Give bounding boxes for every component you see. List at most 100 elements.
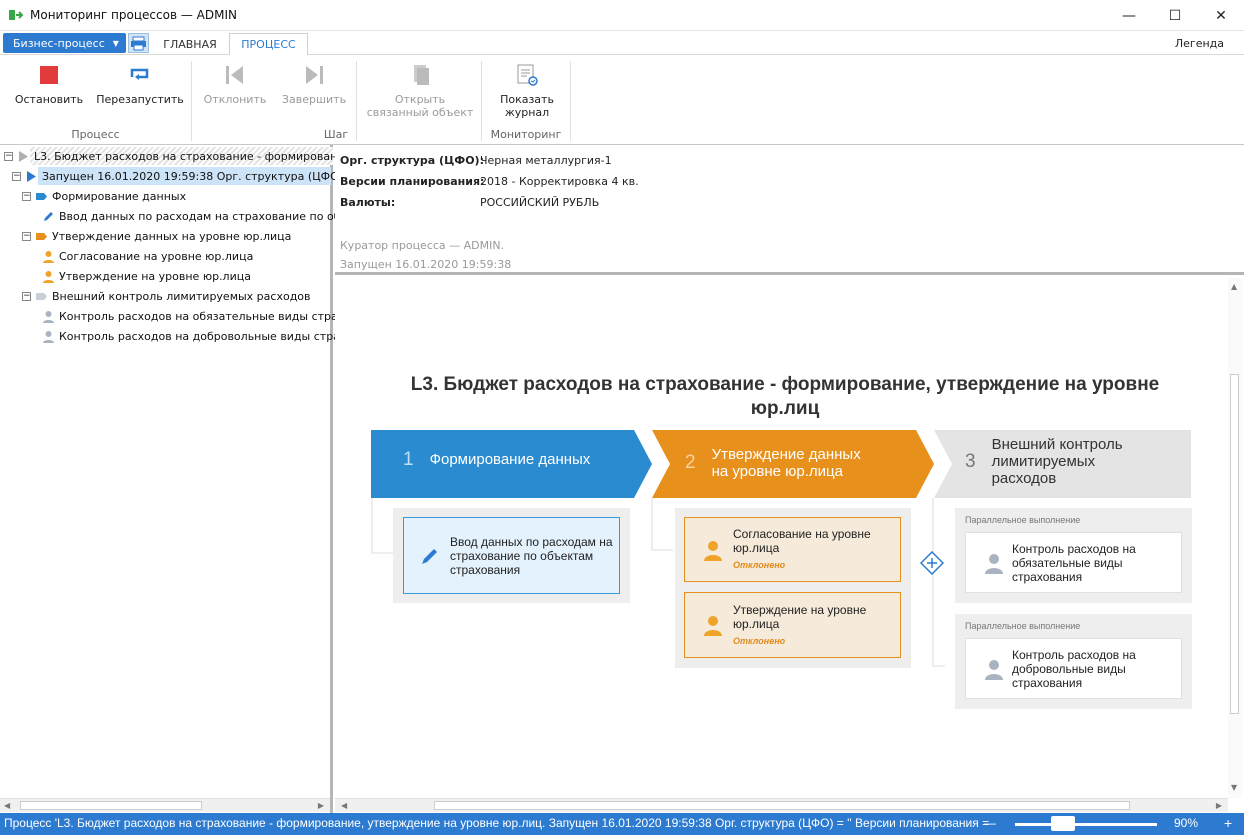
show-log-label: Показать журнал bbox=[500, 93, 554, 119]
step1-card[interactable]: Ввод данных по расходам на страхование п… bbox=[403, 517, 620, 594]
open-linked-object-button[interactable]: Открыть связанный объект bbox=[366, 63, 474, 119]
tree-item-stage3[interactable]: − Внешний контроль лимитируемых расходов bbox=[22, 286, 311, 306]
tree-item-stage2[interactable]: − Утверждение данных на уровне юр.лица bbox=[22, 226, 291, 246]
scroll-up-icon[interactable]: ▲ bbox=[1231, 282, 1237, 291]
diagram-vscrollbar[interactable]: ▲ ▼ bbox=[1228, 278, 1242, 798]
finish-button[interactable]: Завершить bbox=[281, 63, 347, 106]
scrollbar-thumb[interactable] bbox=[20, 801, 202, 810]
scroll-right-icon[interactable]: ▶ bbox=[1216, 801, 1222, 810]
tree-item-step1[interactable]: Ввод данных по расходам на страхование п… bbox=[42, 206, 375, 226]
process-tree-panel: − L3. Бюджет расходов на страхование - ф… bbox=[0, 145, 378, 813]
stage1-label: Формирование данных bbox=[429, 451, 591, 468]
collapse-icon[interactable]: − bbox=[12, 171, 21, 181]
org-value: Черная металлургия-1 bbox=[480, 154, 612, 167]
step2a-status: Отклонено bbox=[733, 560, 786, 570]
tab-process[interactable]: ПРОЦЕСС bbox=[229, 33, 308, 56]
tree-hscrollbar[interactable]: ◀ ▶ bbox=[0, 798, 330, 812]
step3b-card[interactable]: Контроль расходов на добровольные виды с… bbox=[965, 638, 1182, 699]
tree-item-label: Утверждение данных на уровне юр.лица bbox=[52, 229, 292, 243]
reject-button[interactable]: Отклонить bbox=[202, 63, 268, 106]
legend-link[interactable]: Легенда bbox=[1175, 37, 1224, 50]
tree-item-step2a[interactable]: Согласование на уровне юр.лица bbox=[42, 246, 253, 266]
zoom-out-button[interactable]: — bbox=[984, 816, 996, 830]
user-icon bbox=[704, 616, 722, 636]
diagram-hscrollbar[interactable]: ◀ ▶ bbox=[335, 798, 1228, 812]
process-info-panel: Орг. структура (ЦФО): Черная металлургия… bbox=[335, 145, 1244, 275]
step3a-label: Контроль расходов на обязательные виды с… bbox=[1012, 541, 1136, 584]
group-step-label: Шаг bbox=[323, 128, 349, 141]
zoom-slider[interactable] bbox=[1015, 823, 1157, 826]
close-icon[interactable]: ✕ bbox=[1198, 0, 1244, 31]
step1-label: Ввод данных по расходам на страхование п… bbox=[450, 534, 613, 577]
show-log-button[interactable]: Показать журнал bbox=[492, 63, 562, 119]
run-play-icon bbox=[27, 170, 36, 182]
tree-item-label: Ввод данных по расходам на страхование п… bbox=[59, 209, 375, 223]
stop-icon bbox=[37, 63, 61, 87]
version-value: 2018 - Корректировка 4 кв. bbox=[480, 175, 639, 188]
collapse-icon[interactable]: − bbox=[22, 191, 31, 201]
maximize-icon[interactable]: ☐ bbox=[1152, 0, 1198, 31]
open-linked-label: Открыть связанный объект bbox=[366, 93, 474, 119]
step-forward-icon bbox=[306, 66, 323, 84]
tab-main[interactable]: ГЛАВНАЯ bbox=[154, 33, 226, 55]
tree-item-root[interactable]: − L3. Бюджет расходов на страхование - ф… bbox=[4, 146, 378, 166]
stage1-number: 1 bbox=[403, 449, 414, 470]
user-icon bbox=[985, 659, 1003, 680]
org-label: Орг. структура (ЦФО): bbox=[340, 154, 484, 167]
process-diagram: L3. Бюджет расходов на страхование - фор… bbox=[335, 278, 1244, 813]
stage2-label: Утверждение данных на уровне юр.лица bbox=[711, 446, 861, 480]
tree-item-step3b[interactable]: Контроль расходов на добровольные виды с… bbox=[42, 326, 366, 346]
restart-icon bbox=[130, 68, 149, 80]
scroll-left-icon[interactable]: ◀ bbox=[4, 801, 10, 810]
collapse-icon[interactable]: − bbox=[22, 231, 31, 241]
scrollbar-thumb[interactable] bbox=[1230, 374, 1239, 714]
zoom-in-button[interactable]: + bbox=[1224, 815, 1232, 831]
stage-tag-icon bbox=[36, 292, 47, 300]
currency-label: Валюты: bbox=[340, 196, 396, 209]
tree-item-run[interactable]: − Запущен 16.01.2020 19:59:38 Орг. струк… bbox=[12, 166, 364, 186]
group-monitoring-label: Мониторинг bbox=[490, 128, 562, 141]
step-back-icon bbox=[226, 66, 243, 84]
stop-button[interactable]: Остановить bbox=[14, 63, 84, 106]
version-label: Версии планирования: bbox=[340, 175, 485, 188]
tree-item-label: Формирование данных bbox=[52, 189, 187, 203]
currency-value: РОССИЙСКИЙ РУБЛЬ bbox=[480, 196, 600, 209]
title-bar: Мониторинг процессов — ADMIN — ☐ ✕ bbox=[0, 0, 1244, 31]
started-text: Запущен 16.01.2020 19:59:38 bbox=[340, 258, 512, 271]
scroll-down-icon[interactable]: ▼ bbox=[1231, 783, 1237, 792]
user-icon bbox=[43, 330, 54, 343]
tree-item-step3a[interactable]: Контроль расходов на обязательные виды с… bbox=[42, 306, 364, 326]
zoom-slider-thumb[interactable] bbox=[1051, 816, 1075, 831]
scroll-right-icon[interactable]: ▶ bbox=[318, 801, 324, 810]
window-title: Мониторинг процессов — ADMIN bbox=[30, 8, 237, 22]
step3a-card[interactable]: Контроль расходов на обязательные виды с… bbox=[965, 532, 1182, 593]
pencil-icon bbox=[422, 548, 437, 564]
scrollbar-thumb[interactable] bbox=[434, 801, 1130, 810]
stage1-title: 1 Формирование данных bbox=[403, 449, 591, 470]
business-process-label: Бизнес-процесс bbox=[13, 36, 105, 50]
curator-text: Куратор процесса — ADMIN. bbox=[340, 239, 505, 252]
journal-icon bbox=[517, 64, 538, 86]
collapse-icon[interactable]: − bbox=[22, 291, 31, 301]
tree-item-label: L3. Бюджет расходов на страхование - фор… bbox=[34, 149, 378, 163]
step2b-card[interactable]: Утверждение на уровне юр.лица Отклонено bbox=[684, 592, 901, 658]
business-process-button[interactable]: Бизнес-процесс ▼ bbox=[3, 33, 126, 53]
tree-item-step2b[interactable]: Утверждение на уровне юр.лица bbox=[42, 266, 251, 286]
restart-button[interactable]: Перезапустить bbox=[96, 63, 184, 106]
chevron-down-icon: ▼ bbox=[112, 38, 119, 48]
parallel-label: Параллельное выполнение bbox=[965, 621, 1081, 631]
stage-tag-icon bbox=[36, 232, 47, 240]
minimize-icon[interactable]: — bbox=[1106, 0, 1152, 31]
tree-item-stage1[interactable]: − Формирование данных bbox=[22, 186, 186, 206]
group-process-label: Процесс bbox=[71, 128, 120, 141]
user-icon bbox=[43, 250, 54, 263]
step2b-label: Утверждение на уровне юр.лица bbox=[733, 602, 867, 631]
diagram-title: L3. Бюджет расходов на страхование - фор… bbox=[410, 374, 1160, 419]
scroll-left-icon[interactable]: ◀ bbox=[341, 801, 347, 810]
collapse-icon[interactable]: − bbox=[4, 151, 13, 161]
step2a-card[interactable]: Согласование на уровне юр.лица Отклонено bbox=[684, 517, 901, 582]
reject-label: Отклонить bbox=[203, 93, 267, 106]
print-button[interactable] bbox=[128, 33, 149, 53]
app-icon bbox=[9, 10, 24, 20]
tree-item-label: Согласование на уровне юр.лица bbox=[59, 249, 254, 263]
